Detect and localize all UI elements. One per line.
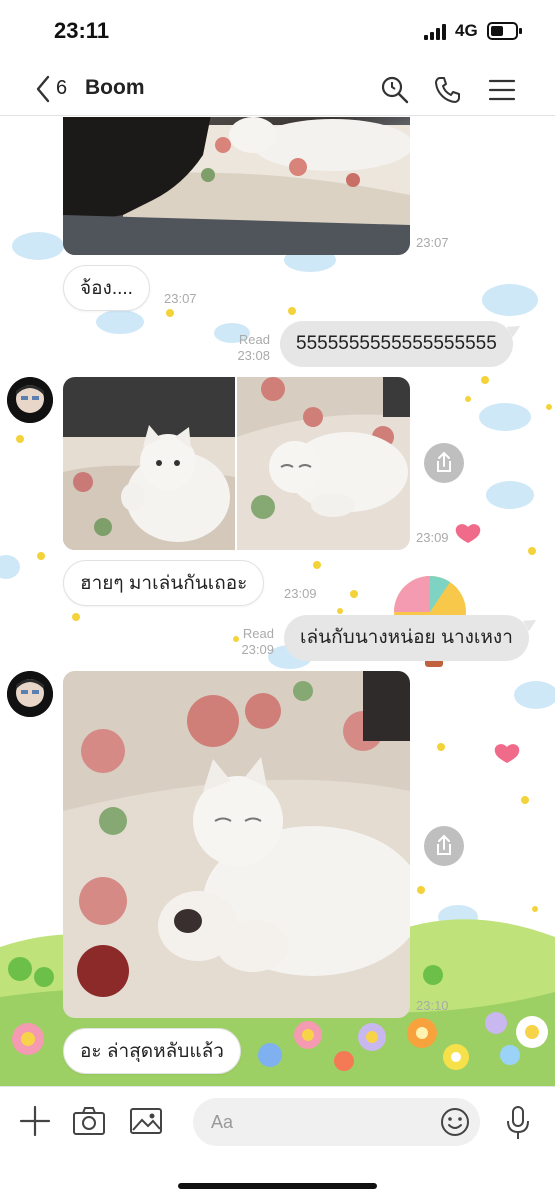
photo-pair-message[interactable] [63,377,410,550]
message-bubble-incoming[interactable]: จ้อง.... [63,265,150,311]
input-bar: Aa [0,1086,555,1200]
camera-icon[interactable] [72,1105,106,1137]
read-receipt: Read [242,626,274,641]
image-icon[interactable] [129,1105,163,1137]
back-chevron-icon[interactable] [34,74,52,104]
phone-icon[interactable] [433,75,463,105]
share-icon [437,834,451,855]
message-time: 23:07 [416,235,449,250]
message-bubble-outgoing[interactable]: เล่นกับนางหน่อย นางเหงา [284,615,529,661]
cat-photos [63,377,410,550]
menu-icon[interactable] [488,75,516,105]
microphone-icon[interactable] [505,1105,531,1141]
battery-icon [487,22,522,40]
status-bar: 23:11 4G [0,0,555,62]
avatar-image [7,377,53,423]
message-time: 23:09 [416,530,449,545]
message-bubble-outgoing[interactable]: 5555555555555555555 [280,321,513,367]
message-time: 23:10 [416,998,449,1013]
search-icon[interactable] [380,75,410,105]
message-time: 23:09 [284,586,317,601]
message-input-placeholder: Aa [211,1112,234,1132]
share-button[interactable] [424,826,464,866]
message-time: 23:08 [237,348,270,363]
status-time: 23:11 [54,18,110,43]
message-time: 23:07 [164,291,197,306]
avatar-image [7,671,53,717]
photo-message[interactable] [63,671,410,1018]
share-icon [437,451,451,472]
signal-icon [424,24,446,40]
cat-photo [63,117,410,255]
chat-header: 6 Boom [0,62,555,116]
read-receipt: Read [238,332,270,347]
message-bubble-incoming[interactable]: อะ ล่าสุดหลับแล้ว [63,1028,241,1074]
chat-title: Boom [85,76,145,99]
avatar[interactable] [7,671,53,717]
share-button[interactable] [424,443,464,483]
message-time: 23:09 [241,642,274,657]
plus-icon[interactable] [19,1105,51,1137]
cat-photo [63,671,410,1018]
message-bubble-incoming[interactable]: ฮายๆ มาเล่นกันเถอะ [63,560,265,606]
unread-count[interactable]: 6 [56,77,67,100]
home-indicator [178,1183,377,1189]
emoji-icon[interactable] [439,1106,471,1138]
chat-area[interactable]: 23:07 จ้อง.... 23:07 Read 23:08 55555555… [0,117,555,1086]
message-input[interactable]: Aa [193,1098,480,1146]
photo-message[interactable] [63,117,410,255]
avatar[interactable] [7,377,53,423]
network-type: 4G [455,21,478,40]
